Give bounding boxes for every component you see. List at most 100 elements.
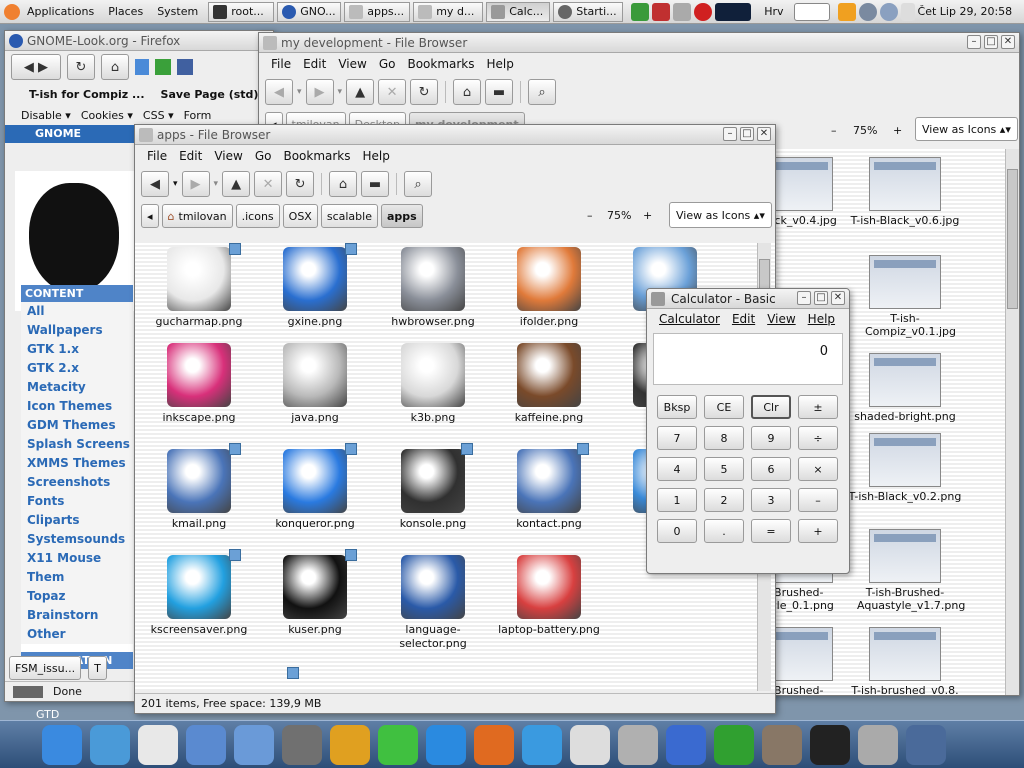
view-mode-select[interactable]: View as Icons ▴▾ <box>915 117 1018 141</box>
ipod-icon[interactable] <box>570 725 610 765</box>
menu-edit[interactable]: Edit <box>297 57 332 71</box>
back-button[interactable]: ◀ <box>141 171 169 197</box>
notes-icon[interactable] <box>234 725 274 765</box>
view-mode-select[interactable]: View as Icons ▴▾ <box>669 202 772 228</box>
calc-key[interactable]: 8 <box>704 426 744 450</box>
up-button[interactable]: ▲ <box>346 79 375 105</box>
forward-history-icon[interactable]: ▾ <box>338 87 343 97</box>
minimize-button[interactable]: – <box>723 127 737 141</box>
home-button[interactable]: ⌂ <box>101 54 129 80</box>
menu-help[interactable]: Help <box>357 149 396 163</box>
gimp-icon[interactable] <box>762 725 802 765</box>
thumb-file[interactable]: T-ish-Compiz_v0.1.jpg <box>847 255 963 338</box>
file-icon-item[interactable]: java.png <box>257 343 373 425</box>
menu-go[interactable]: Go <box>373 57 402 71</box>
maximize-button[interactable]: □ <box>984 35 998 49</box>
file-icon-item[interactable]: konsole.png <box>375 449 491 531</box>
file-icon-item[interactable]: kontact.png <box>491 449 607 531</box>
file-icon-item[interactable]: gxine.png <box>257 247 373 329</box>
system-monitor-icon[interactable] <box>715 2 752 21</box>
bookmark-savepage[interactable]: Save Page (std) <box>161 88 259 101</box>
devbar-css[interactable]: CSS ▾ <box>143 109 174 122</box>
task-calculator[interactable]: Calc... <box>486 1 551 22</box>
search-icon[interactable]: ⌕ <box>528 79 557 105</box>
file-icon-item[interactable]: kscreensaver.png <box>141 555 257 637</box>
search-icon[interactable]: ⌕ <box>404 171 433 197</box>
mail-icon[interactable] <box>138 725 178 765</box>
path-icons[interactable]: .icons <box>235 204 280 228</box>
menu-view[interactable]: View <box>208 149 248 163</box>
path-toggle-button[interactable]: ◂ <box>141 204 159 228</box>
computer-icon[interactable]: ▬ <box>485 79 514 105</box>
safari-icon[interactable] <box>42 725 82 765</box>
path-apps[interactable]: apps <box>380 204 423 228</box>
path-tmilovan[interactable]: ⌂ tmilovan <box>161 204 233 228</box>
thumb-file[interactable]: T-ish-Black_v0.6.jpg <box>847 157 963 227</box>
reload-button[interactable]: ↻ <box>410 79 439 105</box>
devbar-form[interactable]: Form <box>184 109 212 122</box>
path-osx[interactable]: OSX <box>282 204 318 228</box>
close-button[interactable]: ✕ <box>1001 35 1015 49</box>
monitor-icon[interactable] <box>810 725 850 765</box>
calc-key[interactable]: × <box>798 457 838 481</box>
sidebar-link[interactable]: Wallpapers <box>27 321 133 340</box>
window-icon[interactable] <box>177 59 193 75</box>
zoom-out-button[interactable]: – <box>587 209 593 222</box>
task-firefox[interactable]: GNO... <box>277 1 342 22</box>
task-apps-browser[interactable]: apps... <box>344 1 411 22</box>
back-history-icon[interactable]: ▾ <box>297 87 302 97</box>
back-button[interactable]: ◀ <box>265 79 293 105</box>
apps-titlebar[interactable]: apps - File Browser – □ ✕ <box>135 125 775 145</box>
applications-menu[interactable]: Applications <box>20 5 101 18</box>
file-icon-item[interactable]: k3b.png <box>375 343 491 425</box>
sidebar-link[interactable]: Metacity <box>27 378 133 397</box>
back-forward-button[interactable]: ◀ ▶ <box>11 54 61 80</box>
sidebar-link[interactable]: Screenshots <box>27 473 133 492</box>
record-icon[interactable] <box>694 2 713 21</box>
devbar-disable[interactable]: Disable ▾ <box>21 109 71 122</box>
forward-button[interactable]: ▶ <box>305 79 334 105</box>
file-icon-item[interactable]: kuser.png <box>257 555 373 637</box>
file-icon-item[interactable]: laptop-battery.png <box>491 555 607 637</box>
sidebar-link[interactable]: X11 Mouse Them <box>27 549 133 587</box>
clock[interactable]: Čet Lip 29, 20:58 <box>915 5 1020 18</box>
places-menu[interactable]: Places <box>101 5 150 18</box>
volume-icon[interactable] <box>673 2 692 21</box>
sidebar-link[interactable]: Systemsounds <box>27 530 133 549</box>
sidebar-link[interactable]: Splash Screens <box>27 435 133 454</box>
task-mydev-browser[interactable]: my d... <box>413 1 484 22</box>
weather-icon[interactable] <box>879 2 898 21</box>
ichat-icon[interactable] <box>522 725 562 765</box>
calc-key[interactable]: 1 <box>657 488 697 512</box>
sidebar-link[interactable]: GDM Themes <box>27 416 133 435</box>
menu-file[interactable]: File <box>141 149 173 163</box>
kwrite-icon[interactable] <box>378 725 418 765</box>
forward-history-icon[interactable]: ▾ <box>214 179 219 189</box>
file-icon-item[interactable]: inkscape.png <box>141 343 257 425</box>
home-icon[interactable]: ⌂ <box>329 171 358 197</box>
up-button[interactable]: ▲ <box>222 171 251 197</box>
minimize-button[interactable]: – <box>967 35 981 49</box>
reload-button[interactable]: ↻ <box>67 54 95 80</box>
calc-key[interactable]: 9 <box>751 426 791 450</box>
forward-button[interactable]: ▶ <box>181 171 210 197</box>
battery-icon[interactable] <box>631 2 650 21</box>
stop-button[interactable]: ✕ <box>254 171 283 197</box>
calc-key[interactable]: . <box>704 519 744 543</box>
clipboard-icon[interactable] <box>900 2 915 21</box>
sidebar-link[interactable]: Other <box>27 625 133 644</box>
file-icon-item[interactable]: language-selector.png <box>375 555 491 651</box>
gnome-foot-icon[interactable] <box>4 3 20 20</box>
thumb-file[interactable]: shaded-bright.png <box>847 353 963 423</box>
taskline-item[interactable]: FSM_issu... <box>9 656 82 680</box>
settings-icon[interactable] <box>282 725 322 765</box>
cd-icon[interactable] <box>618 725 658 765</box>
kpresenter-icon[interactable] <box>474 725 514 765</box>
zoom-in-button[interactable]: + <box>643 209 652 222</box>
file-icon-item[interactable]: ifolder.png <box>491 247 607 329</box>
menu-file[interactable]: File <box>265 57 297 71</box>
thumb-file[interactable]: T-ish-brushed_v0.8. <box>847 627 963 695</box>
file-icon-item[interactable]: gucharmap.png <box>141 247 257 329</box>
sidebar-link[interactable]: Cliparts <box>27 511 133 530</box>
calc-key[interactable]: ÷ <box>798 426 838 450</box>
